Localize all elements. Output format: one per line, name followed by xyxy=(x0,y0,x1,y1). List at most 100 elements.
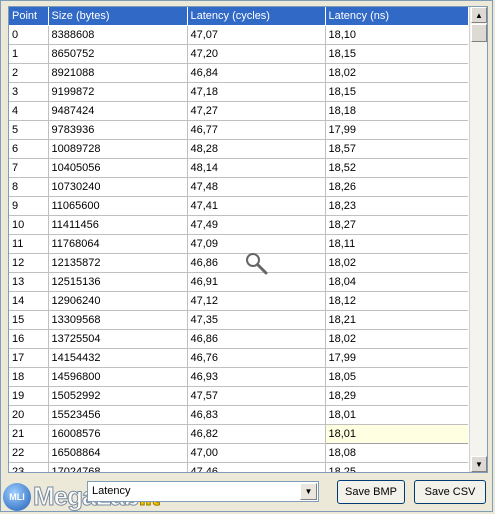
cell-point[interactable]: 19 xyxy=(9,386,49,406)
table-row[interactable]: 12 12135872 46,86 18,02 xyxy=(9,253,468,273)
cell-point[interactable]: 14 xyxy=(9,291,49,311)
cell-size[interactable]: 8388608 xyxy=(48,25,188,45)
cell-latency-ns[interactable]: 18,52 xyxy=(325,158,468,178)
cell-latency-ns[interactable]: 18,18 xyxy=(325,101,468,121)
cell-point[interactable]: 8 xyxy=(9,177,49,197)
cell-size[interactable]: 12906240 xyxy=(48,291,188,311)
cell-point[interactable]: 9 xyxy=(9,196,49,216)
column-header-point[interactable]: Point xyxy=(9,7,49,26)
cell-latency-cycles[interactable]: 47,46 xyxy=(187,462,326,472)
cell-size[interactable]: 10405056 xyxy=(48,158,188,178)
cell-size[interactable]: 17024768 xyxy=(48,462,188,472)
table-row[interactable]: 14 12906240 47,12 18,12 xyxy=(9,291,468,311)
table-row[interactable]: 13 12515136 46,91 18,04 xyxy=(9,272,468,292)
table-row[interactable]: 21 16008576 46,82 18,01 xyxy=(9,424,468,444)
cell-point[interactable]: 7 xyxy=(9,158,49,178)
table-row[interactable]: 10 11411456 47,49 18,27 xyxy=(9,215,468,235)
cell-latency-cycles[interactable]: 47,12 xyxy=(187,291,326,311)
cell-latency-cycles[interactable]: 48,28 xyxy=(187,139,326,159)
cell-latency-ns[interactable]: 18,23 xyxy=(325,196,468,216)
cell-size[interactable]: 15523456 xyxy=(48,405,188,425)
cell-latency-cycles[interactable]: 48,14 xyxy=(187,158,326,178)
cell-point[interactable]: 4 xyxy=(9,101,49,121)
table-row[interactable]: 20 15523456 46,83 18,01 xyxy=(9,405,468,425)
cell-latency-ns[interactable]: 18,15 xyxy=(325,82,468,102)
cell-point[interactable]: 6 xyxy=(9,139,49,159)
cell-latency-cycles[interactable]: 47,07 xyxy=(187,25,326,45)
cell-point[interactable]: 10 xyxy=(9,215,49,235)
save-bmp-button[interactable]: Save BMP xyxy=(337,480,405,504)
cell-size[interactable]: 15052992 xyxy=(48,386,188,406)
cell-point[interactable]: 23 xyxy=(9,462,49,472)
table-row[interactable]: 0 8388608 47,07 18,10 xyxy=(9,25,468,45)
cell-latency-ns[interactable]: 18,08 xyxy=(325,443,468,463)
table-row[interactable]: 5 9783936 46,77 17,99 xyxy=(9,120,468,140)
cell-size[interactable]: 10730240 xyxy=(48,177,188,197)
table-row[interactable]: 8 10730240 47,48 18,26 xyxy=(9,177,468,197)
cell-latency-ns[interactable]: 18,05 xyxy=(325,367,468,387)
cell-size[interactable]: 14596800 xyxy=(48,367,188,387)
cell-latency-ns[interactable]: 18,26 xyxy=(325,177,468,197)
cell-latency-cycles[interactable]: 47,20 xyxy=(187,44,326,64)
cell-point[interactable]: 0 xyxy=(9,25,49,45)
table-row[interactable]: 19 15052992 47,57 18,29 xyxy=(9,386,468,406)
table-row[interactable]: 15 13309568 47,35 18,21 xyxy=(9,310,468,330)
cell-size[interactable]: 13309568 xyxy=(48,310,188,330)
cell-latency-cycles[interactable]: 47,27 xyxy=(187,101,326,121)
cell-latency-ns[interactable]: 18,21 xyxy=(325,310,468,330)
table-row[interactable]: 23 17024768 47,46 18,25 xyxy=(9,462,468,472)
table-row[interactable]: 9 11065600 47,41 18,23 xyxy=(9,196,468,216)
table-row[interactable]: 18 14596800 46,93 18,05 xyxy=(9,367,468,387)
cell-latency-cycles[interactable]: 46,77 xyxy=(187,120,326,140)
cell-size[interactable]: 9487424 xyxy=(48,101,188,121)
table-row[interactable]: 1 8650752 47,20 18,15 xyxy=(9,44,468,64)
cell-size[interactable]: 16508864 xyxy=(48,443,188,463)
cell-latency-ns[interactable]: 17,99 xyxy=(325,348,468,368)
cell-latency-ns[interactable]: 18,02 xyxy=(325,63,468,83)
metric-select[interactable]: Latency ▼ xyxy=(87,481,319,502)
cell-point[interactable]: 16 xyxy=(9,329,49,349)
cell-size[interactable]: 8921088 xyxy=(48,63,188,83)
cell-point[interactable]: 15 xyxy=(9,310,49,330)
cell-size[interactable]: 16008576 xyxy=(48,424,188,444)
cell-latency-ns[interactable]: 18,15 xyxy=(325,44,468,64)
cell-latency-cycles[interactable]: 46,84 xyxy=(187,63,326,83)
cell-latency-ns[interactable]: 18,12 xyxy=(325,291,468,311)
table-row[interactable]: 7 10405056 48,14 18,52 xyxy=(9,158,468,178)
cell-latency-cycles[interactable]: 47,49 xyxy=(187,215,326,235)
cell-size[interactable]: 9199872 xyxy=(48,82,188,102)
cell-latency-cycles[interactable]: 46,76 xyxy=(187,348,326,368)
scrollbar-thumb[interactable] xyxy=(471,24,487,42)
arrow-up-icon[interactable]: ▲ xyxy=(471,7,487,23)
cell-size[interactable]: 14154432 xyxy=(48,348,188,368)
cell-point[interactable]: 3 xyxy=(9,82,49,102)
cell-point[interactable]: 21 xyxy=(9,424,49,444)
cell-latency-ns[interactable]: 18,27 xyxy=(325,215,468,235)
table-row[interactable]: 11 11768064 47,09 18,11 xyxy=(9,234,468,254)
cell-size[interactable]: 13725504 xyxy=(48,329,188,349)
cell-point[interactable]: 11 xyxy=(9,234,49,254)
arrow-down-icon[interactable]: ▼ xyxy=(471,456,487,472)
cell-latency-ns[interactable]: 18,04 xyxy=(325,272,468,292)
column-header-latency-cycles[interactable]: Latency (cycles) xyxy=(187,7,326,26)
cell-point[interactable]: 1 xyxy=(9,44,49,64)
cell-point[interactable]: 2 xyxy=(9,63,49,83)
cell-size[interactable]: 12515136 xyxy=(48,272,188,292)
cell-latency-ns[interactable]: 18,11 xyxy=(325,234,468,254)
cell-point[interactable]: 12 xyxy=(9,253,49,273)
table-row[interactable]: 22 16508864 47,00 18,08 xyxy=(9,443,468,463)
cell-point[interactable]: 20 xyxy=(9,405,49,425)
cell-latency-ns[interactable]: 17,99 xyxy=(325,120,468,140)
cell-latency-cycles[interactable]: 47,57 xyxy=(187,386,326,406)
table-row[interactable]: 3 9199872 47,18 18,15 xyxy=(9,82,468,102)
table-row[interactable]: 2 8921088 46,84 18,02 xyxy=(9,63,468,83)
results-grid[interactable]: Point Size (bytes) Latency (cycles) Late… xyxy=(8,6,488,473)
cell-size[interactable]: 10089728 xyxy=(48,139,188,159)
cell-size[interactable]: 9783936 xyxy=(48,120,188,140)
cell-size[interactable]: 11411456 xyxy=(48,215,188,235)
column-header-size[interactable]: Size (bytes) xyxy=(48,7,188,26)
cell-latency-cycles[interactable]: 47,18 xyxy=(187,82,326,102)
cell-latency-ns[interactable]: 18,25 xyxy=(325,462,468,472)
cell-latency-ns[interactable]: 18,29 xyxy=(325,386,468,406)
cell-latency-cycles[interactable]: 46,93 xyxy=(187,367,326,387)
